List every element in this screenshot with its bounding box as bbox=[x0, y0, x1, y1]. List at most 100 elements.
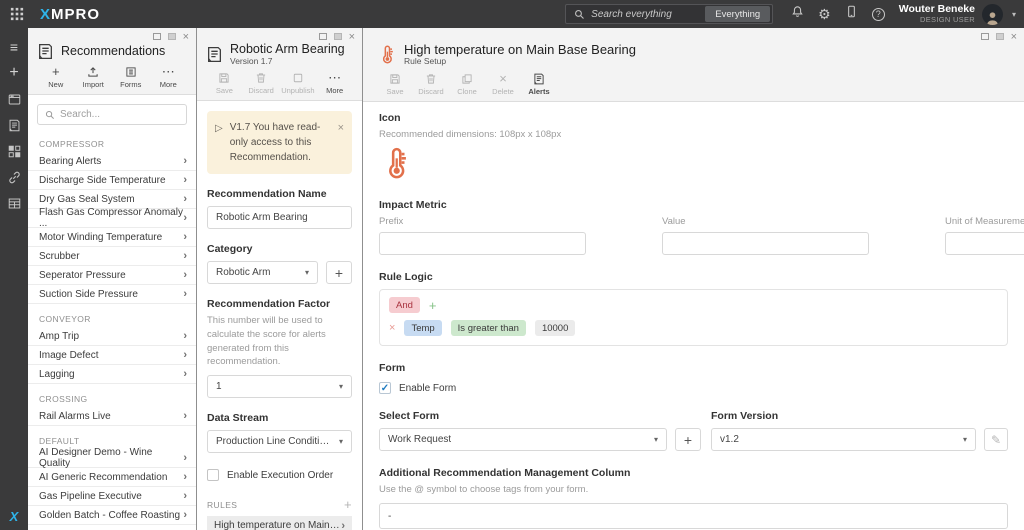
condition-value-chip[interactable]: 10000 bbox=[534, 320, 576, 337]
impact-field-input[interactable] bbox=[671, 238, 860, 250]
form-version-dropdown[interactable]: v1.2 ▾ bbox=[711, 428, 976, 452]
minimize-icon[interactable] bbox=[980, 33, 989, 40]
recommendation-list-item[interactable]: Rail Alarms Live › bbox=[28, 407, 196, 426]
recommendation-list-item[interactable]: Scrubber › bbox=[28, 247, 196, 266]
enable-form-checkbox[interactable]: ✓ bbox=[379, 382, 391, 395]
rules-list: High temperature on Main Base ...›Thrust… bbox=[207, 516, 352, 530]
rail-data-table-icon[interactable] bbox=[0, 190, 28, 216]
thermometer-icon bbox=[377, 45, 397, 65]
discard-button[interactable]: Discard bbox=[413, 73, 449, 96]
more-button[interactable]: ⋯ More bbox=[150, 65, 188, 89]
condition-comparator-chip[interactable]: Is greater than bbox=[450, 320, 526, 337]
rule-list-item[interactable]: High temperature on Main Base ...› bbox=[207, 516, 352, 530]
forms-button[interactable]: Forms bbox=[112, 66, 150, 89]
edit-form-version-button[interactable]: ✎ bbox=[984, 428, 1008, 452]
discard-button[interactable]: Discard bbox=[243, 72, 280, 95]
recommendation-list-item[interactable]: Gas Pipeline Executive › bbox=[28, 487, 196, 506]
global-search[interactable]: Everything bbox=[565, 4, 774, 24]
mobile-device-icon[interactable] bbox=[845, 5, 858, 23]
condition-field-chip[interactable]: Temp bbox=[404, 320, 442, 337]
save-button[interactable]: Save bbox=[377, 73, 413, 96]
add-category-button[interactable]: + bbox=[326, 261, 352, 285]
unpublish-button[interactable]: Unpublish bbox=[280, 72, 317, 95]
enable-execution-order-checkbox[interactable] bbox=[207, 469, 219, 482]
management-column-input[interactable] bbox=[388, 510, 999, 522]
recommendation-list-item[interactable]: Image Defect › bbox=[28, 346, 196, 365]
search-scope-button[interactable]: Everything bbox=[705, 6, 771, 22]
add-condition-icon[interactable]: + bbox=[429, 298, 437, 313]
minimize-icon[interactable] bbox=[152, 33, 161, 40]
recommendation-list-item[interactable]: Bearing Alerts › bbox=[28, 152, 196, 171]
clone-button[interactable]: Clone bbox=[449, 73, 485, 96]
select-form-dropdown[interactable]: Work Request ▾ bbox=[379, 428, 667, 452]
recommendations-panel: × Recommendations + New Import Forms ⋯ Mor… bbox=[28, 28, 196, 530]
import-button[interactable]: Import bbox=[75, 66, 113, 89]
recommendation-list-item[interactable]: AI Designer Demo - Wine Quality › bbox=[28, 447, 196, 469]
help-icon[interactable]: ? bbox=[871, 7, 885, 21]
global-search-input[interactable] bbox=[585, 8, 706, 20]
delete-button[interactable]: × Delete bbox=[485, 70, 521, 96]
notifications-bell-icon[interactable] bbox=[791, 5, 804, 23]
user-caret-down-icon[interactable]: ▾ bbox=[1012, 10, 1016, 19]
rail-app-window-icon[interactable] bbox=[0, 86, 28, 112]
remove-condition-icon[interactable]: × bbox=[389, 322, 395, 334]
user-menu[interactable]: Wouter Beneke DESIGN USER ▾ bbox=[899, 3, 1016, 25]
recommendation-list-item[interactable]: Golden Batch - Coffee Roasting › bbox=[28, 506, 196, 525]
add-rule-icon[interactable]: + bbox=[344, 497, 352, 512]
settings-gear-icon[interactable]: ⚙ bbox=[818, 7, 831, 21]
impact-metric-column: Prefix bbox=[379, 216, 586, 256]
recommendation-list-item[interactable]: Flash Gas Compressor Anomaly ... › bbox=[28, 207, 196, 229]
recommendation-list-item[interactable]: AI Generic Recommendation › bbox=[28, 468, 196, 487]
rail-blocks-icon[interactable] bbox=[0, 138, 28, 164]
recommendation-list-item[interactable]: Motor Winding Temperature › bbox=[28, 228, 196, 247]
impact-field-input[interactable] bbox=[954, 238, 1024, 250]
new-button[interactable]: + New bbox=[37, 65, 75, 89]
rule-icon-thermometer[interactable] bbox=[379, 147, 1008, 181]
maximize-icon[interactable] bbox=[333, 33, 342, 40]
rule-setup-header: × High temperature on Main Base Bearing … bbox=[363, 28, 1024, 102]
panel-title-row: High temperature on Main Base Bearing Ru… bbox=[375, 42, 1017, 69]
apps-grid-icon[interactable] bbox=[10, 7, 24, 21]
minimize-icon[interactable] bbox=[318, 33, 327, 40]
recommendation-detail-panel: × Robotic Arm Bearing Version 1.7 Save D… bbox=[196, 28, 362, 530]
recommendation-list-item[interactable]: Suction Side Pressure › bbox=[28, 285, 196, 304]
close-icon[interactable]: × bbox=[349, 31, 355, 42]
recommendation-name-input[interactable] bbox=[216, 212, 343, 224]
recommendation-list-item[interactable]: Amp Trip › bbox=[28, 327, 196, 346]
user-avatar[interactable] bbox=[981, 3, 1003, 25]
recommendation-list-item[interactable]: Lagging › bbox=[28, 365, 196, 384]
impact-field-label: Prefix bbox=[379, 216, 404, 228]
close-icon[interactable]: × bbox=[1011, 31, 1017, 42]
close-icon[interactable]: × bbox=[183, 31, 189, 42]
list-item-label: Suction Side Pressure bbox=[39, 288, 138, 300]
list-item-label: Lagging bbox=[39, 368, 75, 380]
maximize-icon[interactable] bbox=[995, 33, 1004, 40]
rail-link-icon[interactable] bbox=[0, 164, 28, 190]
notice-close-icon[interactable]: × bbox=[338, 120, 344, 165]
data-stream-select[interactable]: Production Line Condition Monit...▾ bbox=[207, 430, 352, 454]
menu-hamburger-icon[interactable]: ≡ bbox=[0, 34, 28, 60]
more-button[interactable]: ⋯ More bbox=[316, 71, 353, 95]
recommendation-list-item[interactable]: Discharge Side Temperature › bbox=[28, 171, 196, 190]
category-select[interactable]: Robotic Arm ▾ bbox=[207, 261, 318, 285]
recommendation-factor-select[interactable]: 1 ▾ bbox=[207, 375, 352, 399]
list-item-label: AI Designer Demo - Wine Quality bbox=[39, 447, 153, 469]
recommendations-search[interactable] bbox=[37, 104, 187, 125]
icon-help: Recommended dimensions: 108px x 108px bbox=[379, 128, 562, 140]
save-button[interactable]: Save bbox=[206, 72, 243, 95]
rail-recommendations-icon[interactable] bbox=[0, 112, 28, 138]
logic-operator-chip[interactable]: And bbox=[389, 297, 420, 314]
recommendation-list-item[interactable]: Seperator Pressure › bbox=[28, 266, 196, 285]
maximize-icon[interactable] bbox=[167, 33, 176, 40]
impact-field-input[interactable] bbox=[388, 238, 577, 250]
xmpro-logo[interactable]: XMPRO bbox=[40, 6, 100, 23]
x-icon: × bbox=[499, 70, 507, 86]
rule-setup-body: Icon Recommended dimensions: 108px x 108… bbox=[363, 101, 1024, 530]
chevron-right-icon: › bbox=[183, 410, 187, 422]
recommendations-search-input[interactable] bbox=[60, 109, 179, 120]
rail-add-icon[interactable]: + bbox=[0, 60, 28, 86]
recommendation-icon bbox=[206, 46, 223, 63]
add-form-button[interactable]: + bbox=[675, 428, 701, 452]
list-item-label: Bearing Alerts bbox=[39, 155, 102, 167]
alerts-button[interactable]: Alerts bbox=[521, 73, 557, 96]
